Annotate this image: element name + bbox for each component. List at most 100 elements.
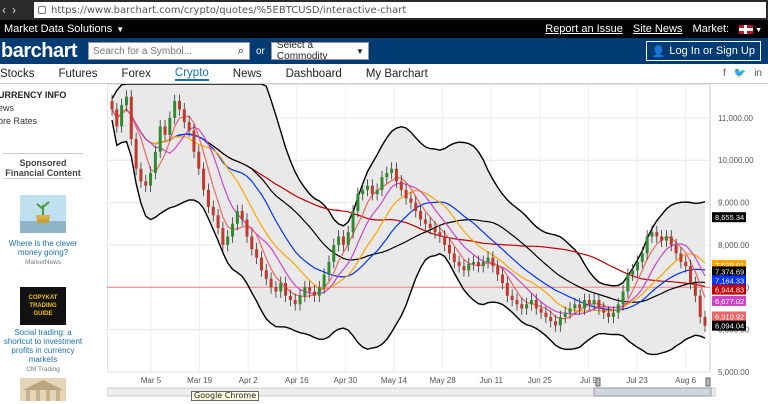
sidebar-heading: URRENCY INFO bbox=[0, 90, 67, 100]
candle-body bbox=[385, 172, 389, 178]
candle-body bbox=[168, 117, 172, 135]
candle-body bbox=[308, 287, 312, 292]
ad-source: CM Trading bbox=[26, 366, 60, 373]
sponsored-ad[interactable]: COPYKAT TRADING GUIDE Social trading: a … bbox=[3, 287, 83, 373]
candle-body bbox=[636, 261, 640, 271]
facebook-icon[interactable]: f bbox=[723, 68, 726, 79]
building-image bbox=[20, 378, 66, 401]
candle-body bbox=[558, 316, 562, 326]
candle-body bbox=[529, 300, 533, 305]
candle-body bbox=[134, 139, 138, 169]
search-icon[interactable]: ⌕ bbox=[233, 45, 249, 58]
ad-title[interactable]: Where is the clever money going? bbox=[3, 239, 83, 257]
candle-body bbox=[433, 228, 437, 233]
uk-flag-icon bbox=[739, 24, 754, 34]
report-issue-link[interactable]: Report an Issue bbox=[545, 23, 623, 35]
price-chart-svg[interactable]: 5,000.006,000.007,000.008,000.009,000.00… bbox=[106, 83, 768, 401]
sidebar-link-rates[interactable]: ore Rates bbox=[0, 116, 86, 126]
sidebar: URRENCY INFO ews ore Rates bbox=[0, 90, 86, 126]
chevron-down-icon: ▼ bbox=[116, 25, 125, 34]
x-tick-label: Apr 2 bbox=[239, 376, 259, 385]
candle-body bbox=[124, 96, 128, 106]
candle-body bbox=[602, 308, 606, 313]
x-tick-label: Jun 11 bbox=[479, 376, 503, 385]
candle-body bbox=[505, 283, 509, 296]
candle-body bbox=[693, 283, 697, 296]
commodity-select[interactable]: Select a Commodity ▼ bbox=[270, 40, 369, 62]
candle-body bbox=[163, 126, 167, 135]
candle-body bbox=[110, 100, 114, 110]
market-data-label: Market Data Solutions bbox=[4, 23, 113, 35]
barchart-logo[interactable]: barchart bbox=[0, 40, 88, 63]
menu-item-futures[interactable]: Futures bbox=[59, 68, 98, 80]
x-tick-label: Jul 23 bbox=[626, 376, 648, 385]
sponsored-heading: Sponsored Financial Content bbox=[3, 153, 83, 179]
candle-body bbox=[245, 219, 249, 237]
x-tick-label: Aug 6 bbox=[675, 376, 696, 385]
url-field[interactable]: https://www.barchart.com/crypto/quotes/%… bbox=[34, 2, 766, 18]
candle-body bbox=[226, 236, 230, 245]
menu-item-dashboard[interactable]: Dashboard bbox=[286, 68, 342, 80]
social-links: f 🐦 in bbox=[723, 68, 768, 79]
back-icon[interactable]: ‹ bbox=[2, 3, 6, 17]
twitter-icon[interactable]: 🐦 bbox=[734, 68, 746, 79]
interactive-chart[interactable]: 5,000.006,000.007,000.008,000.009,000.00… bbox=[106, 83, 768, 401]
candle-body bbox=[312, 291, 316, 296]
value-tag-label: 6,944.83 bbox=[715, 286, 744, 295]
candle-body bbox=[674, 244, 678, 254]
value-tag-label: 8,655.34 bbox=[715, 213, 744, 222]
candle-body bbox=[626, 274, 630, 292]
candle-body bbox=[645, 236, 649, 254]
value-tag-label: 6,094.04 bbox=[715, 322, 744, 331]
candle-body bbox=[240, 211, 244, 220]
candle-body bbox=[149, 172, 153, 186]
sponsored-ad-building-image[interactable] bbox=[3, 378, 83, 401]
candle-body bbox=[158, 126, 162, 152]
candle-body bbox=[129, 96, 133, 140]
candle-body bbox=[197, 151, 201, 169]
range-handle-right[interactable] bbox=[705, 377, 711, 387]
chevron-down-icon: ▼ bbox=[355, 46, 364, 56]
candle-body bbox=[544, 312, 548, 317]
search-input[interactable] bbox=[89, 45, 233, 57]
sidebar-link-news[interactable]: ews bbox=[0, 103, 86, 113]
menu-item-my-barchart[interactable]: My Barchart bbox=[366, 68, 428, 80]
market-selector[interactable]: ▼ bbox=[739, 23, 762, 35]
commodity-select-label: Select a Commodity bbox=[276, 40, 328, 62]
candle-body bbox=[496, 266, 500, 275]
candle-body bbox=[587, 300, 591, 305]
candle-body bbox=[144, 181, 148, 186]
candle-body bbox=[293, 300, 297, 305]
tooltip: Google Chrome bbox=[191, 391, 260, 401]
candle-body bbox=[255, 249, 259, 258]
symbol-search[interactable]: ⌕ bbox=[88, 42, 250, 60]
browser-nav-buttons[interactable]: ‹ › bbox=[2, 3, 34, 17]
market-data-solutions-menu[interactable]: Market Data Solutions ▼ bbox=[0, 23, 124, 35]
candle-body bbox=[177, 100, 181, 110]
menu-item-forex[interactable]: Forex bbox=[122, 68, 151, 80]
menu-item-stocks[interactable]: Stocks bbox=[0, 68, 35, 80]
site-news-link[interactable]: Site News bbox=[633, 23, 683, 35]
top-navigation: Market Data Solutions ▼ Report an Issue S… bbox=[0, 20, 768, 38]
copykat-badge: COPYKAT TRADING GUIDE bbox=[20, 287, 66, 325]
sponsored-ad[interactable]: Where is the clever money going? MarketN… bbox=[3, 195, 83, 266]
forward-icon[interactable]: › bbox=[12, 3, 16, 17]
candle-body bbox=[284, 283, 288, 296]
candle-body bbox=[621, 291, 625, 305]
ad-source: MarketNews bbox=[24, 259, 62, 266]
candle-body bbox=[120, 105, 124, 127]
candle-body bbox=[607, 312, 611, 317]
scrollbar-thumb[interactable] bbox=[593, 387, 712, 397]
candle-body bbox=[669, 236, 673, 245]
candle-body bbox=[327, 261, 331, 275]
login-button[interactable]: 👤 Log In or Sign Up bbox=[645, 41, 761, 61]
linkedin-icon[interactable]: in bbox=[754, 68, 762, 79]
range-handle-left[interactable] bbox=[595, 377, 601, 387]
menu-item-news[interactable]: News bbox=[233, 68, 262, 80]
user-icon: 👤 bbox=[651, 45, 666, 58]
candle-body bbox=[235, 211, 239, 224]
candle-body bbox=[404, 189, 408, 199]
menu-item-crypto[interactable]: Crypto bbox=[174, 67, 209, 81]
ad-title[interactable]: Social trading: a shortcut to investment… bbox=[3, 328, 83, 364]
candle-body bbox=[501, 274, 505, 284]
